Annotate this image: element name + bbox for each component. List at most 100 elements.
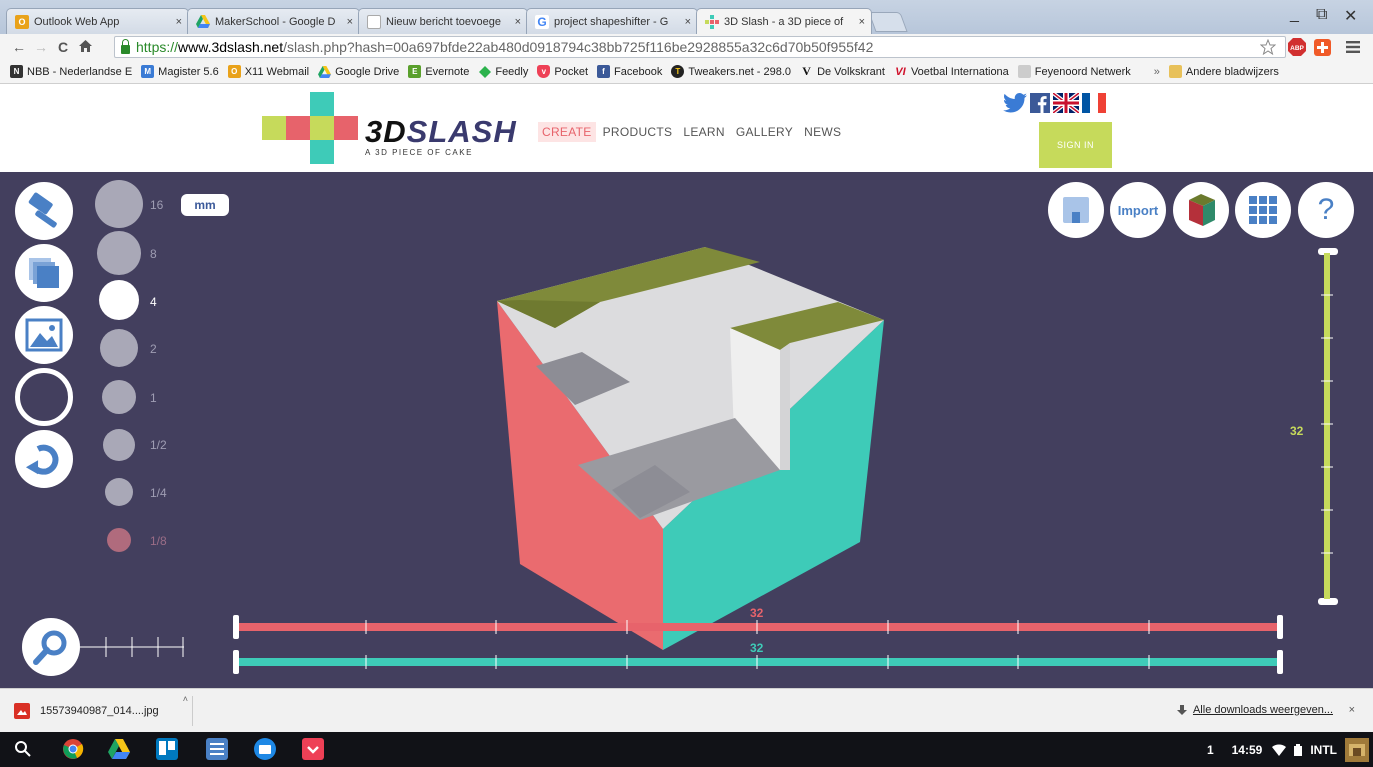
z-axis-slider[interactable] — [1308, 248, 1348, 608]
new-tab-button[interactable] — [868, 12, 908, 32]
size-16-dot[interactable] — [95, 180, 143, 228]
grid-view-button[interactable] — [1235, 182, 1291, 238]
tab-close-icon[interactable]: × — [859, 16, 865, 28]
image-tool-button[interactable] — [15, 306, 73, 364]
size-2-dot[interactable] — [100, 329, 138, 367]
url-path: /slash.php?hash=00a697bfde22ab480d091879… — [283, 39, 874, 55]
image-icon — [25, 318, 63, 352]
bookmark-label: Facebook — [614, 65, 663, 78]
adblock-label: ABP — [1290, 45, 1304, 52]
layers-tool-button[interactable] — [15, 244, 73, 302]
reload-icon[interactable]: C — [52, 39, 74, 55]
sign-in-button[interactable]: SIGN IN — [1039, 122, 1112, 168]
wifi-icon — [1272, 743, 1287, 756]
pocket-icon[interactable] — [302, 738, 324, 760]
trello-icon[interactable] — [156, 738, 178, 760]
bookmark-webmail[interactable]: O X11 Webmail — [227, 65, 309, 78]
status-tray[interactable]: 1 14:59 INTL — [1207, 732, 1373, 767]
chrome-icon[interactable] — [62, 738, 84, 760]
bookmark-facebook[interactable]: f Facebook — [597, 65, 662, 78]
minimize-button[interactable]: _ — [1290, 6, 1299, 24]
brand-part-3d: 3D — [365, 114, 407, 149]
bookmark-feedly[interactable]: Feedly — [478, 65, 528, 78]
nav-create[interactable]: CREATE — [538, 122, 596, 142]
bookmark-magister[interactable]: M Magister 5.6 — [141, 65, 219, 78]
google-drive-icon[interactable] — [108, 738, 130, 760]
tab-makerschool[interactable]: MakerSchool - Google D × — [187, 8, 360, 34]
star-icon[interactable] — [1260, 36, 1276, 58]
size-eighth-dot[interactable] — [107, 528, 131, 552]
facebook-icon[interactable] — [1030, 93, 1050, 113]
help-button[interactable]: ? — [1298, 182, 1354, 238]
zoom-slider[interactable] — [80, 632, 186, 662]
uk-flag-icon[interactable] — [1053, 93, 1079, 113]
editor-canvas[interactable]: 16 8 4 2 1 1/2 1/4 1/8 mm Import ? 32 32… — [0, 172, 1373, 688]
size-quarter-dot[interactable] — [105, 478, 133, 506]
tab-outlook[interactable]: O Outlook Web App × — [6, 8, 189, 34]
bookmark-nbb[interactable]: N NBB - Nederlandse E — [10, 65, 132, 78]
bookmark-label: NBB - Nederlandse E — [27, 65, 133, 78]
show-all-downloads-label: Alle downloads weergeven... — [1192, 704, 1333, 716]
maximize-button[interactable]: ⧉ — [1316, 6, 1327, 24]
close-downloads-icon[interactable]: × — [1349, 704, 1355, 716]
size-half-dot[interactable] — [103, 429, 135, 461]
size-1-dot[interactable] — [102, 380, 136, 414]
tab-close-icon[interactable]: × — [685, 16, 691, 28]
bookmark-tweakers[interactable]: T Tweakers.net - 298.0 — [671, 65, 791, 78]
tab-close-icon[interactable]: × — [347, 16, 353, 28]
bookmarks-overflow-button[interactable]: » — [1154, 66, 1160, 78]
nav-gallery[interactable]: GALLERY — [732, 122, 797, 142]
nav-products[interactable]: PRODUCTS — [599, 122, 677, 142]
extension-plus-icon[interactable] — [1314, 36, 1331, 58]
y-axis-slider-track[interactable] — [235, 658, 1281, 666]
tab-3dslash[interactable]: 3D Slash - a 3D piece of × — [696, 8, 872, 34]
tab-project-shapeshifter[interactable]: G project shapeshifter - G × — [526, 8, 698, 34]
unit-toggle-button[interactable]: mm — [181, 194, 229, 216]
3d-model-viewport[interactable] — [480, 232, 900, 662]
back-arrow-icon[interactable]: ← — [8, 39, 30, 55]
3dslash-logo[interactable] — [262, 92, 362, 164]
bookmark-feyenoord[interactable]: Feyenoord Netwerk — [1017, 65, 1131, 78]
size-4-dot-selected[interactable] — [99, 280, 139, 320]
download-menu-caret-icon[interactable]: ˄ — [183, 694, 188, 704]
show-all-downloads-link[interactable]: Alle downloads weergeven... — [1176, 704, 1333, 716]
twitter-icon[interactable] — [1003, 93, 1027, 113]
nbb-icon: N — [10, 65, 23, 78]
volkskrant-icon: V — [802, 64, 811, 78]
bookmark-evernote[interactable]: E Evernote — [408, 65, 469, 78]
size-8-dot[interactable] — [97, 231, 141, 275]
tab-close-icon[interactable]: × — [515, 16, 521, 28]
menu-icon[interactable] — [1346, 36, 1360, 58]
download-item[interactable]: 15573940987_014....jpg ˄ — [8, 694, 193, 726]
import-button[interactable]: Import — [1110, 182, 1166, 238]
bookmark-google-drive[interactable]: Google Drive — [318, 65, 399, 78]
tab-close-icon[interactable]: × — [176, 16, 182, 28]
zoom-button[interactable] — [22, 618, 80, 676]
forward-arrow-icon[interactable]: → — [30, 39, 52, 55]
nav-news[interactable]: NEWS — [800, 122, 845, 142]
social-links — [1003, 93, 1106, 113]
other-bookmarks-folder[interactable]: Andere bladwijzers — [1168, 65, 1279, 78]
files-icon[interactable] — [254, 738, 276, 760]
hammer-tool-button[interactable] — [15, 182, 73, 240]
bookmark-pocket[interactable]: v Pocket — [537, 65, 588, 78]
size-label: 1/2 — [150, 438, 167, 452]
home-icon[interactable] — [74, 39, 96, 55]
french-flag-icon[interactable] — [1082, 93, 1106, 113]
color-cube-button[interactable] — [1173, 182, 1229, 238]
search-icon[interactable] — [14, 740, 32, 758]
adblock-icon[interactable]: ABP — [1288, 36, 1306, 58]
tab-nieuw-bericht[interactable]: Nieuw bericht toevoege × — [358, 8, 528, 34]
nav-learn[interactable]: LEARN — [679, 122, 729, 142]
avatar — [1345, 737, 1369, 762]
close-window-button[interactable]: ✕ — [1344, 6, 1357, 26]
address-bar[interactable]: https://www.3dslash.net/slash.php?hash=0… — [114, 36, 1286, 58]
bookmark-voetbal[interactable]: VI Voetbal Internationa — [894, 65, 1009, 78]
ring-icon[interactable] — [15, 368, 73, 426]
save-button[interactable] — [1048, 182, 1104, 238]
undo-button[interactable] — [15, 430, 73, 488]
docs-list-icon[interactable] — [206, 738, 228, 760]
os-shelf: 1 14:59 INTL — [0, 732, 1373, 767]
x-axis-slider-track[interactable] — [235, 623, 1281, 631]
bookmark-volkskrant[interactable]: V De Volkskrant — [800, 64, 885, 78]
